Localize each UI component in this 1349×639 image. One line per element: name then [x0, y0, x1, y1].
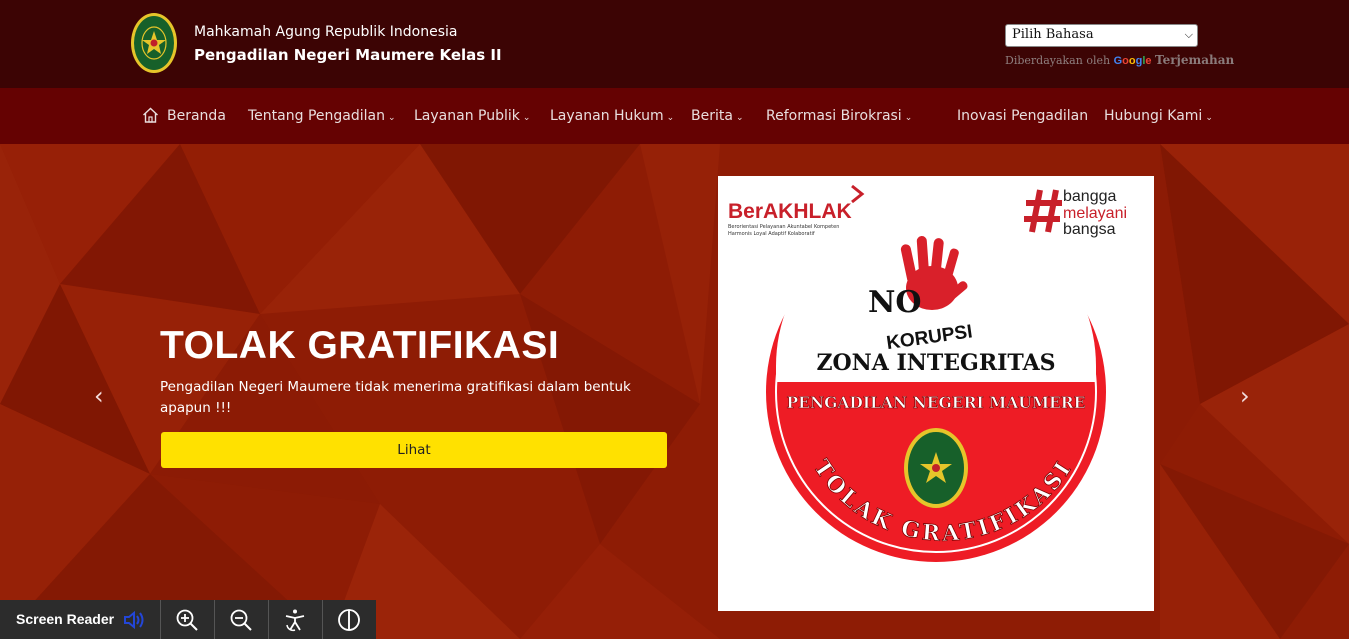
- language-select[interactable]: Pilih Bahasa ⌵: [1005, 24, 1198, 47]
- nav-item-reformasi-birokrasi[interactable]: Reformasi Birokrasi ⌄: [766, 88, 912, 144]
- chevron-down-icon: ⌄: [735, 113, 744, 123]
- slide-description: Pengadilan Negeri Maumere tidak menerima…: [160, 379, 631, 416]
- accessibility-person-button[interactable]: [268, 600, 321, 639]
- nav-item-beranda[interactable]: Beranda: [142, 88, 226, 144]
- contrast-icon: [338, 609, 360, 631]
- google-translate-credit: Diberdayakan oleh Google Terjemahan: [1005, 53, 1234, 67]
- poster-graphic: BerAKHLAK Berorientasi Pelayanan Akuntab…: [728, 184, 1127, 562]
- no-text: NO: [868, 285, 922, 320]
- nav-label: Tentang Pengadilan: [248, 108, 385, 124]
- nav-item-hubungi-kami[interactable]: Hubungi Kami ⌄: [1104, 88, 1213, 144]
- court-emblem: [904, 428, 968, 508]
- hero-slider: ‹ › TOLAK GRATIFIKASI Pengadilan Negeri …: [0, 144, 1349, 639]
- nav-label: Hubungi Kami: [1104, 108, 1203, 124]
- chevron-down-icon: ⌄: [522, 113, 531, 123]
- court-name: Pengadilan Negeri Maumere Kelas II: [194, 46, 502, 64]
- nav-item-inovasi-pengadilan[interactable]: Inovasi Pengadilan: [957, 88, 1088, 144]
- main-navigation: Beranda Tentang Pengadilan ⌄ Layanan Publ…: [0, 88, 1349, 144]
- powered-by-label: Diberdayakan oleh: [1005, 54, 1111, 67]
- zoom-in-icon: [176, 609, 198, 631]
- berakhlak-logo: BerAKHLAK: [728, 200, 852, 223]
- contrast-button[interactable]: [322, 600, 375, 639]
- zona-integritas-poster: BerAKHLAK Berorientasi Pelayanan Akuntab…: [718, 176, 1154, 611]
- carousel-next-button[interactable]: ›: [1240, 382, 1250, 410]
- top-header: Mahkamah Agung Republik Indonesia Pengad…: [0, 0, 1349, 88]
- bangsa-text: bangsa: [1063, 221, 1116, 238]
- google-logo[interactable]: Google: [1114, 55, 1152, 67]
- nav-label: Layanan Publik: [414, 108, 520, 124]
- zona-integritas-text: ZONA INTEGRITAS: [816, 350, 1055, 376]
- chevron-down-icon: ⌄: [666, 113, 675, 123]
- slide-cta-button[interactable]: Lihat: [161, 432, 667, 468]
- poster-court-name: PENGADILAN NEGERI MAUMERE: [786, 393, 1085, 412]
- chevron-right-icon: [851, 184, 865, 204]
- nav-item-berita[interactable]: Berita ⌄: [691, 88, 743, 144]
- speaker-icon: [124, 610, 144, 630]
- hashtag-icon: [1024, 189, 1062, 233]
- language-select-value: Pilih Bahasa: [1012, 27, 1094, 42]
- nav-label: Berita: [691, 108, 733, 124]
- nav-item-layanan-publik[interactable]: Layanan Publik ⌄: [414, 88, 530, 144]
- nav-label: Reformasi Birokrasi: [766, 108, 902, 124]
- accessibility-icon: [285, 609, 305, 632]
- slide-title: TOLAK GRATIFIKASI: [160, 324, 560, 367]
- berakhlak-values-line1: Berorientasi Pelayanan Akuntabel Kompete…: [728, 224, 839, 230]
- nav-item-tentang-pengadilan[interactable]: Tentang Pengadilan ⌄: [248, 88, 396, 144]
- chevron-down-icon: ⌄: [1205, 113, 1213, 123]
- home-icon: [143, 107, 158, 123]
- nav-label: Layanan Hukum: [550, 108, 664, 124]
- zoom-out-button[interactable]: [214, 600, 267, 639]
- berakhlak-values-line2: Harmonis Loyal Adaptif Kolaboratif: [728, 231, 815, 237]
- screen-reader-button[interactable]: Screen Reader: [0, 600, 160, 639]
- nav-item-layanan-hukum[interactable]: Layanan Hukum ⌄: [550, 88, 674, 144]
- chevron-down-icon: ⌵: [1184, 28, 1193, 41]
- bangga-text: bangga: [1063, 188, 1116, 205]
- nav-label: Beranda: [167, 108, 226, 124]
- accessibility-toolbar: Screen Reader: [0, 600, 376, 639]
- translate-link[interactable]: Terjemahan: [1155, 53, 1234, 67]
- court-logo[interactable]: [130, 12, 178, 74]
- carousel-prev-button[interactable]: ‹: [94, 382, 104, 410]
- chevron-down-icon: ⌄: [387, 113, 396, 123]
- melayani-text: melayani: [1063, 205, 1127, 222]
- screen-reader-label: Screen Reader: [16, 611, 115, 627]
- zoom-out-icon: [230, 609, 252, 631]
- zoom-in-button[interactable]: [160, 600, 213, 639]
- nav-label: Inovasi Pengadilan: [957, 108, 1089, 124]
- org-name: Mahkamah Agung Republik Indonesia: [194, 24, 458, 40]
- chevron-down-icon: ⌄: [904, 113, 913, 123]
- site-brand[interactable]: Mahkamah Agung Republik Indonesia Pengad…: [194, 22, 502, 66]
